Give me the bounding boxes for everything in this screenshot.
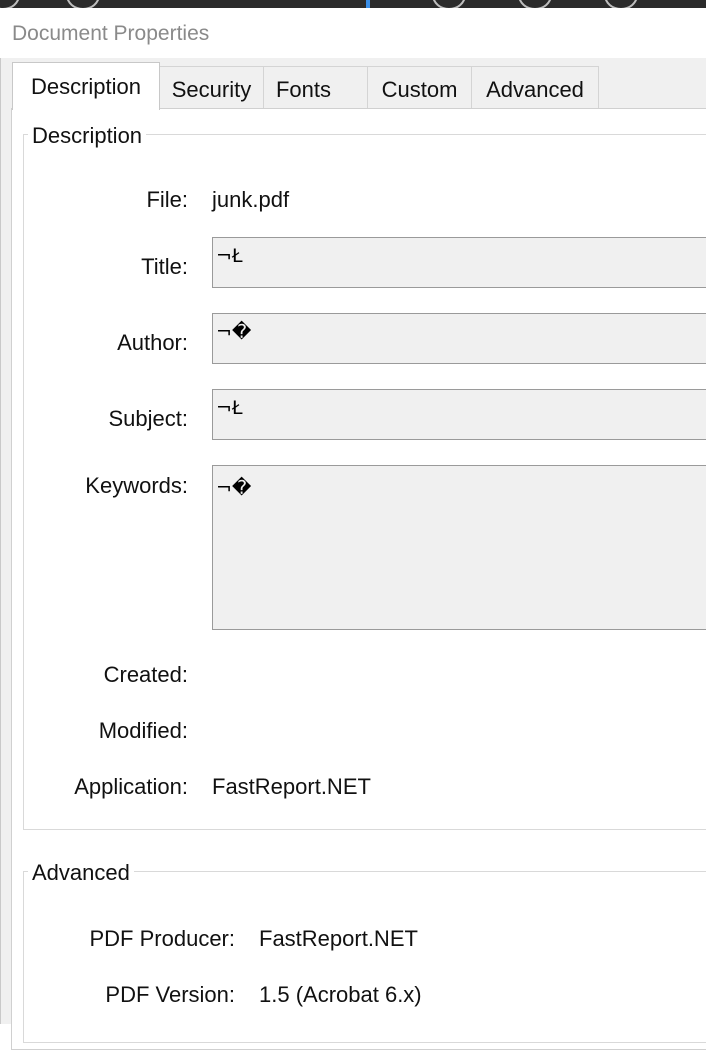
file-value: junk.pdf — [212, 187, 290, 212]
keywords-field[interactable]: ¬� — [212, 465, 706, 630]
circle-icon — [0, 0, 20, 8]
application-label: Application: — [74, 774, 188, 799]
subject-field[interactable]: ¬Ł — [212, 389, 706, 440]
dialog-title-bar[interactable]: Document Properties — [0, 8, 706, 58]
tab-fonts[interactable]: Fonts — [263, 66, 368, 109]
pdf-producer-label: PDF Producer: — [89, 926, 236, 951]
title-label: Title: — [141, 254, 188, 279]
tab-description[interactable]: Description — [12, 62, 160, 110]
pdf-version-label: PDF Version: — [105, 982, 235, 1007]
file-label: File: — [146, 187, 188, 212]
circle-icon — [432, 0, 466, 8]
author-label: Author: — [117, 330, 188, 355]
tab-custom[interactable]: Custom — [367, 66, 472, 109]
advanced-legend: Advanced — [28, 860, 134, 886]
application-value: FastReport.NET — [212, 774, 371, 799]
circle-icon — [604, 0, 638, 8]
circle-icon — [518, 0, 552, 8]
accent-marker — [366, 0, 370, 8]
background-window-strip — [0, 0, 706, 8]
tab-label: Fonts — [275, 77, 332, 102]
tab-label: Custom — [381, 77, 458, 102]
tab-advanced[interactable]: Advanced — [471, 66, 599, 109]
advanced-group — [23, 871, 706, 1043]
pdf-producer-value: FastReport.NET — [259, 926, 418, 951]
description-legend: Description — [28, 123, 147, 149]
pdf-version-value: 1.5 (Acrobat 6.x) — [259, 982, 422, 1007]
created-label: Created: — [103, 662, 188, 687]
author-field[interactable]: ¬� — [212, 313, 706, 364]
keywords-label: Keywords: — [85, 473, 188, 498]
title-field[interactable]: ¬Ł — [212, 237, 706, 288]
circle-icon — [66, 0, 100, 8]
subject-label: Subject: — [108, 406, 189, 431]
tab-label: Description — [30, 74, 142, 99]
dialog-title: Document Properties — [12, 22, 210, 45]
modified-label: Modified: — [98, 718, 188, 743]
tab-label: Advanced — [486, 77, 584, 102]
